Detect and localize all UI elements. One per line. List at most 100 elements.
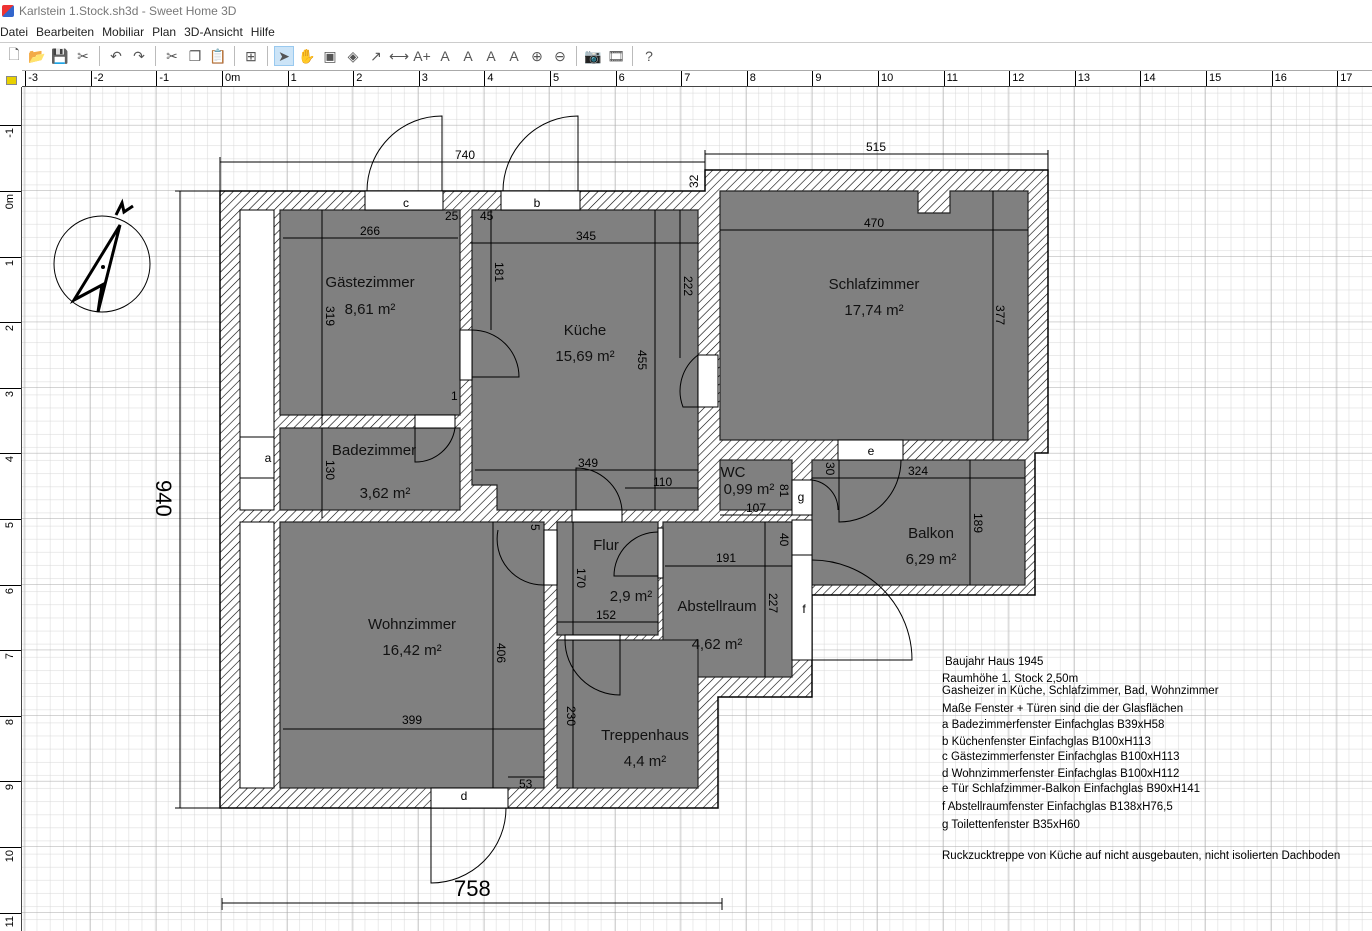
ruler-label: 7	[681, 71, 690, 86]
ruler-label: 2	[353, 71, 362, 86]
ruler-label: 8	[746, 71, 756, 86]
ruler-label: 11	[0, 912, 21, 927]
preferences-icon[interactable]: ✂	[73, 46, 93, 66]
ruler-label: 14	[1140, 71, 1156, 86]
bold-icon[interactable]: A	[481, 46, 501, 66]
create-video-icon[interactable]: 🎞	[606, 46, 626, 66]
note-line[interactable]: b Küchenfenster Einfachglas B100xH113	[942, 736, 1151, 748]
increase-text-icon[interactable]: A	[435, 46, 455, 66]
pan-icon[interactable]: ✋	[297, 46, 317, 66]
select-icon[interactable]: ➤	[274, 46, 294, 66]
add-text-icon[interactable]: A+	[412, 46, 432, 66]
room-area: 17,74 m²	[844, 302, 903, 319]
note-line[interactable]: Ruckzucktreppe von Küche auf nicht ausge…	[942, 850, 1340, 862]
save-icon[interactable]: 💾	[50, 46, 70, 66]
dimension-label: 45	[480, 209, 494, 223]
note-line[interactable]: Maße Fenster + Türen sind die der Glasfl…	[942, 703, 1183, 715]
ruler-label: 16	[1271, 71, 1287, 86]
note-line[interactable]: a Badezimmerfenster Einfachglas B39xH58	[942, 719, 1164, 731]
open-icon[interactable]: 📂	[27, 46, 47, 66]
opening-label: g	[798, 490, 805, 504]
copy-icon[interactable]: ❐	[185, 46, 205, 66]
menu-mobiliar[interactable]: Mobiliar	[102, 25, 148, 39]
ruler-label-text: 0m	[4, 194, 16, 210]
note-line[interactable]: Gasheizer in Küche, Schlafzimmer, Bad, W…	[942, 685, 1219, 697]
menu-datei[interactable]: Datei	[0, 25, 32, 39]
dimension-label: 266	[360, 224, 380, 238]
dimension-label: 399	[402, 713, 422, 727]
vertical-ruler: -1 0m 1 2 3 4 5 6 7 8 9 10 11	[0, 87, 22, 931]
room-area: 4,4 m²	[624, 753, 667, 770]
note-line[interactable]: e Tür Schlafzimmer-Balkon Einfachglas B9…	[942, 783, 1200, 795]
window-title: Karlstein 1.Stock.sh3d - Sweet Home 3D	[19, 4, 237, 18]
help-icon[interactable]: ?	[639, 46, 659, 66]
italic-icon[interactable]: A	[504, 46, 524, 66]
dimension-label: 32	[687, 174, 701, 188]
window-d[interactable]	[430, 787, 509, 809]
zoom-in-icon[interactable]: ⊕	[527, 46, 547, 66]
create-walls-icon[interactable]: ▣	[320, 46, 340, 66]
ruler-label: 9	[812, 71, 822, 86]
ruler-label: -3	[25, 71, 38, 86]
ruler-label-text: 10	[4, 850, 16, 863]
ruler-label: 17	[1337, 71, 1352, 86]
dimension-label: 740	[455, 148, 475, 162]
ruler-label: 10	[0, 847, 21, 862]
opening-label: b	[534, 196, 541, 210]
ruler-label: 1	[0, 256, 21, 266]
note-line[interactable]: Baujahr Haus 1945	[945, 656, 1043, 668]
paste-icon[interactable]: 📋	[208, 46, 228, 66]
ruler-label-text: 1	[4, 259, 16, 266]
add-furniture-icon[interactable]: ⊞	[241, 46, 261, 66]
undo-icon[interactable]: ↶	[106, 46, 126, 66]
create-polylines-icon[interactable]: ↗	[366, 46, 386, 66]
note-line[interactable]: f Abstellraumfenster Einfachglas B138xH7…	[942, 801, 1173, 813]
create-photo-icon[interactable]: 📷	[583, 46, 603, 66]
window-b[interactable]	[500, 190, 581, 211]
menu-hilfe[interactable]: Hilfe	[251, 25, 279, 39]
ruler-label: 6	[615, 71, 625, 86]
toolbar-separator	[99, 46, 100, 66]
lock-icon[interactable]	[0, 70, 22, 87]
menu-bearbeiten[interactable]: Bearbeiten	[36, 25, 98, 39]
room-area: 16,42 m²	[382, 642, 441, 659]
dimension-label: 130	[323, 460, 337, 480]
ruler-label-text: 2	[4, 325, 16, 332]
create-rooms-icon[interactable]: ◈	[343, 46, 363, 66]
ruler-label: 11	[943, 71, 958, 86]
redo-icon[interactable]: ↷	[129, 46, 149, 66]
ruler-label: 6	[0, 584, 21, 594]
dimension-label: 230	[564, 706, 578, 726]
note-line[interactable]: c Gästezimmerfenster Einfachglas B100xH1…	[942, 751, 1180, 763]
note-line[interactable]: g Toilettenfenster B35xH60	[942, 819, 1080, 831]
opening-label: d	[461, 789, 468, 803]
ruler-label: 10	[878, 71, 893, 86]
toolbar-separator	[267, 46, 268, 66]
room-area: 2,9 m²	[610, 588, 653, 605]
room-area: 3,62 m²	[360, 485, 411, 502]
dimension-label: 5	[528, 524, 542, 531]
opening-label: a	[265, 451, 272, 465]
dimension-label: 189	[971, 513, 985, 533]
ruler-label-text: 6	[4, 587, 16, 594]
room-area: 15,69 m²	[555, 348, 614, 365]
note-line[interactable]: d Wohnzimmerfenster Einfachglas B100xH11…	[942, 768, 1179, 780]
note-line[interactable]: Raumhöhe 1. Stock 2,50m	[942, 673, 1078, 685]
dimension-label: 181	[492, 262, 506, 282]
room-name: Küche	[564, 322, 607, 339]
decrease-text-icon[interactable]: A	[458, 46, 478, 66]
ruler-label: 4	[484, 71, 494, 86]
dimension-label: 222	[681, 276, 695, 296]
dimension-label: 53	[519, 777, 533, 791]
cut-icon[interactable]: ✂	[162, 46, 182, 66]
menu-3d-ansicht[interactable]: 3D-Ansicht	[184, 25, 247, 39]
app-icon	[2, 5, 14, 17]
new-file-icon[interactable]: 🗋	[4, 46, 24, 66]
create-dimensions-icon[interactable]: ⟷	[389, 46, 409, 66]
toolbar: 🗋 📂 💾 ✂ ↶ ↷ ✂ ❐ 📋 ⊞ ➤ ✋ ▣ ◈ ↗ ⟷ A+ A A A A ⊕ ⊖ 📷 🎞?	[0, 42, 1372, 69]
ruler-label: 5	[0, 519, 21, 528]
menu-plan[interactable]: Plan	[152, 25, 180, 39]
zoom-out-icon[interactable]: ⊖	[550, 46, 570, 66]
dimension-label: 152	[596, 608, 616, 622]
opening-kueche-schlafzimmer[interactable]	[697, 354, 719, 408]
